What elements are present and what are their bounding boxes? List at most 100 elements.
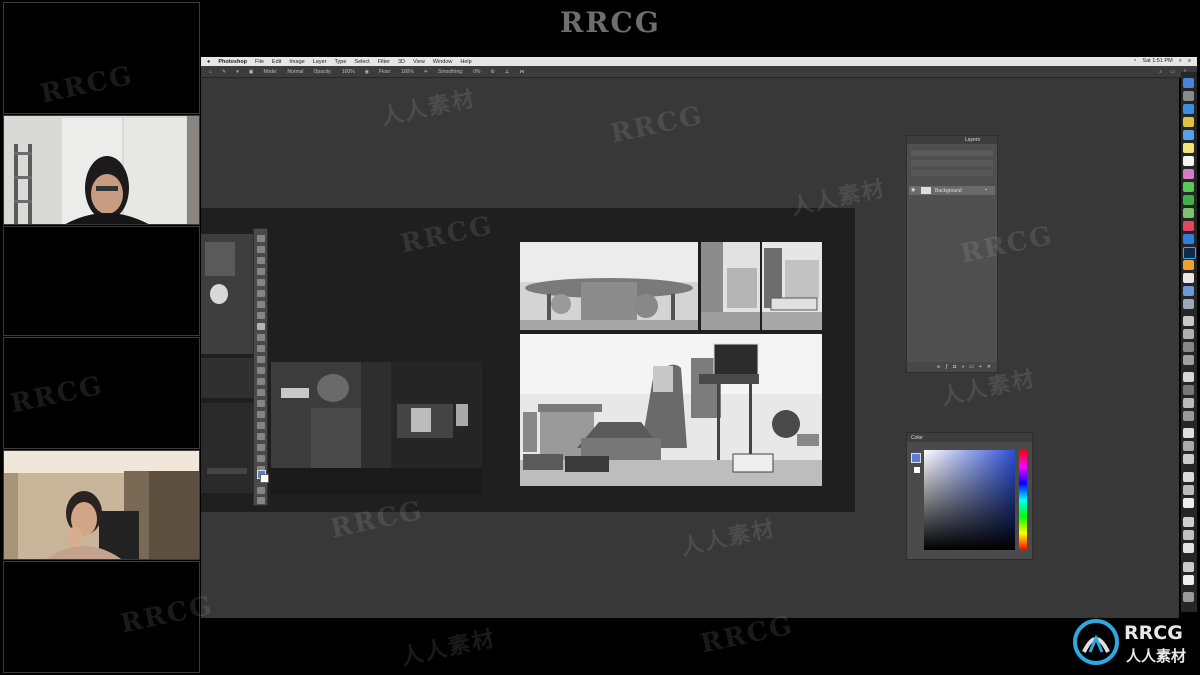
menu-list-icon[interactable]: ≡ [1188,58,1191,65]
link-layers-icon[interactable]: ∞ [937,364,941,370]
dock-app-icon[interactable] [1183,299,1194,309]
dock-notes-icon[interactable] [1183,143,1194,153]
zoom-tool-icon[interactable] [257,455,265,462]
screen-mode-icon[interactable] [257,497,265,504]
eraser-tool-icon[interactable] [257,356,265,363]
dock-photoshop-icon[interactable] [1183,247,1196,259]
dock-messages-icon[interactable] [1183,182,1194,192]
brush-settings-icon[interactable]: ▣ [249,69,254,75]
layer-name[interactable]: Background [935,188,962,194]
menu-app-name[interactable]: Photoshop [218,59,247,65]
menu-window[interactable]: Window [433,59,453,65]
hand-tool-icon[interactable] [257,444,265,451]
wifi-icon[interactable]: ◔ [1133,58,1136,65]
menu-view[interactable]: View [413,59,425,65]
blend-mode-row[interactable] [911,160,993,166]
search-icon[interactable]: ⌕ [1159,69,1162,75]
healing-tool-icon[interactable] [257,312,265,319]
eyedropper-tool-icon[interactable] [257,301,265,308]
dock-maps-icon[interactable] [1183,208,1194,218]
airbrush-icon[interactable]: ✈ [424,69,428,75]
dock-app-icon[interactable] [1183,428,1194,438]
dock-app-icon[interactable] [1183,273,1194,283]
add-mask-icon[interactable]: ◘ [953,364,956,370]
dock-facetime-icon[interactable] [1183,195,1194,205]
dock-chrome-icon[interactable] [1183,117,1194,127]
menu-file[interactable]: File [255,59,264,65]
brush-tool-icon[interactable]: ✎ [222,69,226,75]
frame-tool-icon[interactable] [257,290,265,297]
dock-app-icon[interactable] [1183,372,1194,382]
pen-tool-icon[interactable] [257,400,265,407]
dock-app-icon[interactable] [1183,485,1194,495]
new-group-icon[interactable]: ▭ [969,364,974,370]
video-tile-participant[interactable] [3,450,200,560]
menu-image[interactable]: Image [289,59,304,65]
eye-icon[interactable]: ◉ [911,187,915,193]
dock-calendar-icon[interactable] [1183,156,1194,166]
dock-app-icon[interactable] [1183,562,1194,572]
layer-row-background[interactable]: ◉ Background ▪ [909,186,995,195]
dock-app-icon[interactable] [1183,398,1194,408]
flow-field[interactable]: 100% [401,69,414,75]
dock-appstore-icon[interactable] [1183,234,1194,244]
lock-row[interactable] [911,170,993,176]
symmetry-icon[interactable]: ⋈ [519,69,524,75]
dock-mail-icon[interactable] [1183,130,1194,140]
video-tile-presenter[interactable] [3,115,200,225]
dock-app-icon[interactable] [1183,329,1194,339]
dock-app-icon[interactable] [1183,441,1194,451]
quick-select-tool-icon[interactable] [257,268,265,275]
color-background-swatch[interactable] [914,467,920,473]
pressure-opacity-icon[interactable]: ◉ [365,69,369,75]
dock-app-icon[interactable] [1183,286,1194,296]
dock-trash-icon[interactable] [1183,592,1194,602]
dock-finder-icon[interactable] [1183,78,1194,88]
type-tool-icon[interactable] [257,411,265,418]
home-icon[interactable]: ⌂ [209,69,212,75]
angle-icon[interactable]: ∠ [505,69,509,75]
dock-app-icon[interactable] [1183,575,1194,585]
new-layer-icon[interactable]: + [979,364,982,370]
blur-tool-icon[interactable] [257,378,265,385]
dock-app-icon[interactable] [1183,411,1194,421]
dock-app-icon[interactable] [1183,543,1194,553]
mode-select[interactable]: Normal [287,69,303,75]
color-tab[interactable]: Color [911,435,923,441]
dock-app-icon[interactable] [1183,530,1194,540]
hue-slider[interactable] [1019,450,1027,550]
menu-layer[interactable]: Layer [313,59,327,65]
brush-tool-icon[interactable] [257,323,265,330]
saturation-brightness-field[interactable] [924,450,1015,550]
menu-type[interactable]: Type [334,59,346,65]
brush-preset-picker[interactable]: ▾ [236,69,239,75]
spotlight-icon[interactable]: ⌕ [1179,58,1182,65]
delete-layer-icon[interactable]: ✕ [987,364,991,370]
dock-photos-icon[interactable] [1183,169,1194,179]
layers-tab[interactable]: Layers [965,137,980,143]
dock-app-icon[interactable] [1183,355,1194,365]
dock-app-icon[interactable] [1183,260,1194,270]
history-brush-tool-icon[interactable] [257,345,265,352]
menu-help[interactable]: Help [460,59,471,65]
document-canvas[interactable] [201,208,855,512]
quick-mask-icon[interactable] [257,487,265,494]
move-tool-icon[interactable] [257,235,265,242]
dock-app-icon[interactable] [1183,517,1194,527]
dock-app-icon[interactable] [1183,316,1194,326]
dock-launchpad-icon[interactable] [1183,91,1194,101]
smoothing-field[interactable]: 0% [473,69,480,75]
color-foreground-swatch[interactable] [911,453,921,463]
menu-3d[interactable]: 3D [398,59,405,65]
layer-style-icon[interactable]: ƒ [945,364,948,370]
workspace-icon[interactable]: ▭ [1170,69,1175,75]
background-color-swatch[interactable] [260,474,269,483]
dock-safari-icon[interactable] [1183,104,1194,114]
dock-app-icon[interactable] [1183,342,1194,352]
path-select-tool-icon[interactable] [257,422,265,429]
shape-tool-icon[interactable] [257,433,265,440]
dodge-tool-icon[interactable] [257,389,265,396]
lasso-tool-icon[interactable] [257,257,265,264]
opacity-field[interactable]: 100% [342,69,355,75]
dock-app-icon[interactable] [1183,472,1194,482]
